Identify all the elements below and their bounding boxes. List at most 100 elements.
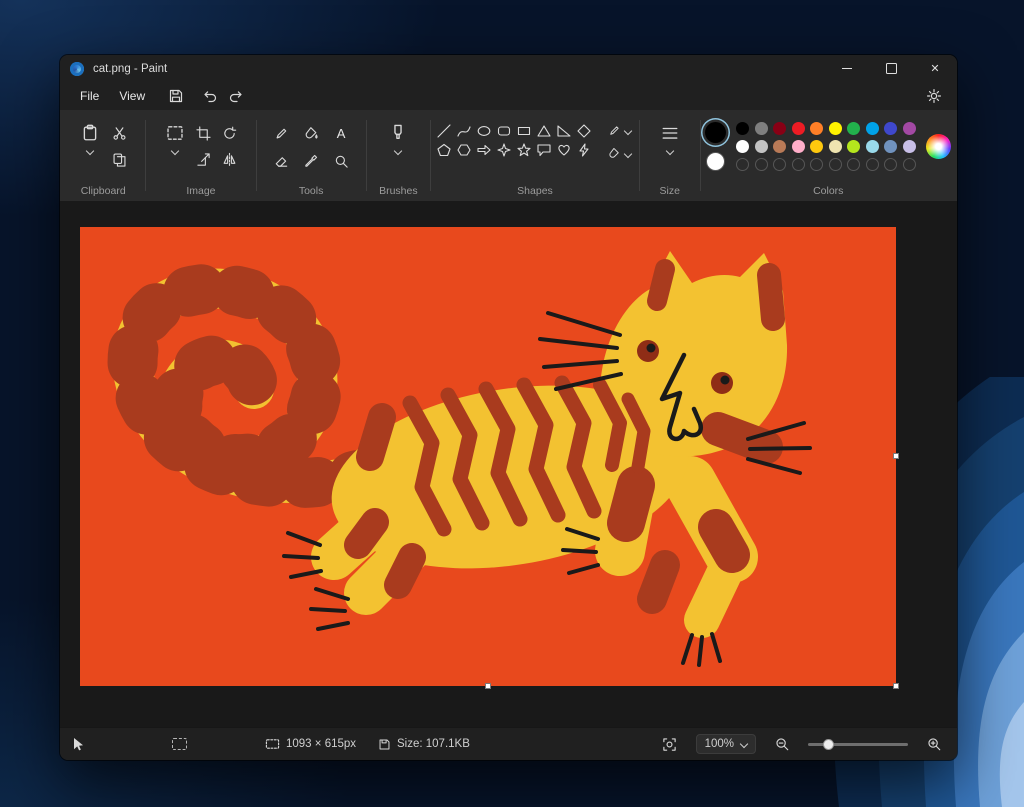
- close-button[interactable]: ✕: [913, 55, 957, 82]
- resize-handle-bottom[interactable]: [485, 683, 491, 689]
- color-swatch[interactable]: [810, 122, 823, 135]
- paste-button[interactable]: [76, 120, 104, 170]
- maximize-button[interactable]: [869, 55, 913, 82]
- colors-group: Colors: [701, 110, 955, 201]
- shape-fill-dropdown[interactable]: [605, 145, 634, 162]
- color-swatch-empty[interactable]: [792, 158, 805, 171]
- edit-colors-wheel[interactable]: [926, 134, 951, 159]
- color-swatch[interactable]: [736, 122, 749, 135]
- magnifier-tool[interactable]: [330, 150, 352, 172]
- save-button[interactable]: [163, 85, 189, 107]
- gear-icon: [926, 88, 942, 104]
- drawing-canvas[interactable]: [80, 227, 896, 686]
- zoom-slider[interactable]: [808, 743, 908, 746]
- color-swatch-empty[interactable]: [829, 158, 842, 171]
- copy-button[interactable]: [108, 148, 130, 170]
- shape-right-triangle[interactable]: [556, 122, 573, 139]
- color-swatch-empty[interactable]: [866, 158, 879, 171]
- color-swatch[interactable]: [847, 140, 860, 153]
- color-swatch-empty[interactable]: [810, 158, 823, 171]
- copy-icon: [112, 152, 127, 167]
- selection-size-icon: [172, 738, 187, 750]
- shape-lightning[interactable]: [576, 141, 593, 158]
- shape-pentagon[interactable]: [436, 141, 453, 158]
- color-swatch-empty[interactable]: [884, 158, 897, 171]
- undo-button[interactable]: [197, 85, 223, 107]
- cat-drawing: [80, 227, 896, 686]
- text-tool[interactable]: A: [330, 122, 352, 144]
- rotate-button[interactable]: [219, 122, 241, 144]
- primary-color-swatch[interactable]: [705, 122, 726, 143]
- redo-button[interactable]: [223, 85, 249, 107]
- fill-tool[interactable]: [300, 122, 322, 144]
- cut-button[interactable]: [108, 122, 130, 144]
- color-swatch[interactable]: [884, 140, 897, 153]
- shape-heart[interactable]: [556, 141, 573, 158]
- shape-speech-bubble[interactable]: [536, 141, 553, 158]
- flip-button[interactable]: [219, 148, 241, 170]
- color-swatch-empty[interactable]: [847, 158, 860, 171]
- crop-icon: [196, 126, 211, 141]
- crop-button[interactable]: [193, 122, 215, 144]
- zoom-level-dropdown[interactable]: 100%: [696, 734, 756, 754]
- canvas-area: [60, 201, 957, 728]
- shape-hexagon[interactable]: [456, 141, 473, 158]
- color-swatch[interactable]: [829, 140, 842, 153]
- brushes-button[interactable]: [384, 120, 412, 158]
- color-swatch[interactable]: [773, 122, 786, 135]
- color-swatch-empty[interactable]: [736, 158, 749, 171]
- color-swatch[interactable]: [792, 140, 805, 153]
- zoom-slider-thumb[interactable]: [823, 739, 834, 750]
- file-menu[interactable]: File: [70, 86, 109, 106]
- pencil-tool[interactable]: [270, 122, 292, 144]
- color-swatch[interactable]: [903, 122, 916, 135]
- color-swatch[interactable]: [755, 140, 768, 153]
- zoom-out-icon: [775, 737, 790, 752]
- shape-four-point-star[interactable]: [496, 141, 513, 158]
- color-swatch[interactable]: [792, 122, 805, 135]
- color-swatch[interactable]: [736, 140, 749, 153]
- eraser-tool[interactable]: [270, 150, 292, 172]
- resize-handle-corner[interactable]: [893, 683, 899, 689]
- size-button[interactable]: [656, 120, 684, 158]
- color-swatch[interactable]: [755, 122, 768, 135]
- tools-group: A: [257, 110, 364, 201]
- zoom-in-button[interactable]: [921, 733, 947, 755]
- color-swatch[interactable]: [829, 122, 842, 135]
- resize-button[interactable]: [193, 148, 215, 170]
- shape-outline-dropdown[interactable]: [605, 122, 634, 139]
- secondary-color-swatch[interactable]: [706, 152, 725, 171]
- color-swatch[interactable]: [847, 122, 860, 135]
- zoom-to-fit-button[interactable]: [657, 733, 683, 755]
- settings-button[interactable]: [921, 85, 947, 107]
- color-swatch-empty[interactable]: [773, 158, 786, 171]
- color-swatch[interactable]: [810, 140, 823, 153]
- view-menu[interactable]: View: [109, 86, 155, 106]
- shape-triangle[interactable]: [536, 122, 553, 139]
- shape-diamond[interactable]: [576, 122, 593, 139]
- colors-group-label: Colors: [701, 185, 955, 197]
- shape-rectangle[interactable]: [516, 122, 533, 139]
- color-swatch-empty[interactable]: [903, 158, 916, 171]
- color-picker-tool[interactable]: [300, 150, 322, 172]
- color-swatch[interactable]: [866, 122, 879, 135]
- resize-handle-right[interactable]: [893, 453, 899, 459]
- canvas-size-icon: [265, 737, 280, 751]
- color-swatch[interactable]: [773, 140, 786, 153]
- zoom-out-button[interactable]: [769, 733, 795, 755]
- color-swatch[interactable]: [903, 140, 916, 153]
- zoom-level: 100%: [705, 738, 734, 750]
- shape-five-point-star[interactable]: [516, 141, 533, 158]
- select-button[interactable]: [161, 120, 189, 170]
- minimize-button[interactable]: [825, 55, 869, 82]
- shape-ellipse[interactable]: [476, 122, 493, 139]
- color-swatch[interactable]: [884, 122, 897, 135]
- ribbon-separator: [430, 120, 431, 191]
- color-swatch-empty[interactable]: [755, 158, 768, 171]
- title-bar[interactable]: cat.png - Paint ✕: [60, 55, 957, 82]
- shape-line[interactable]: [436, 122, 453, 139]
- shape-arrow-right[interactable]: [476, 141, 493, 158]
- shape-curve[interactable]: [456, 122, 473, 139]
- shape-rounded-rectangle[interactable]: [496, 122, 513, 139]
- color-swatch[interactable]: [866, 140, 879, 153]
